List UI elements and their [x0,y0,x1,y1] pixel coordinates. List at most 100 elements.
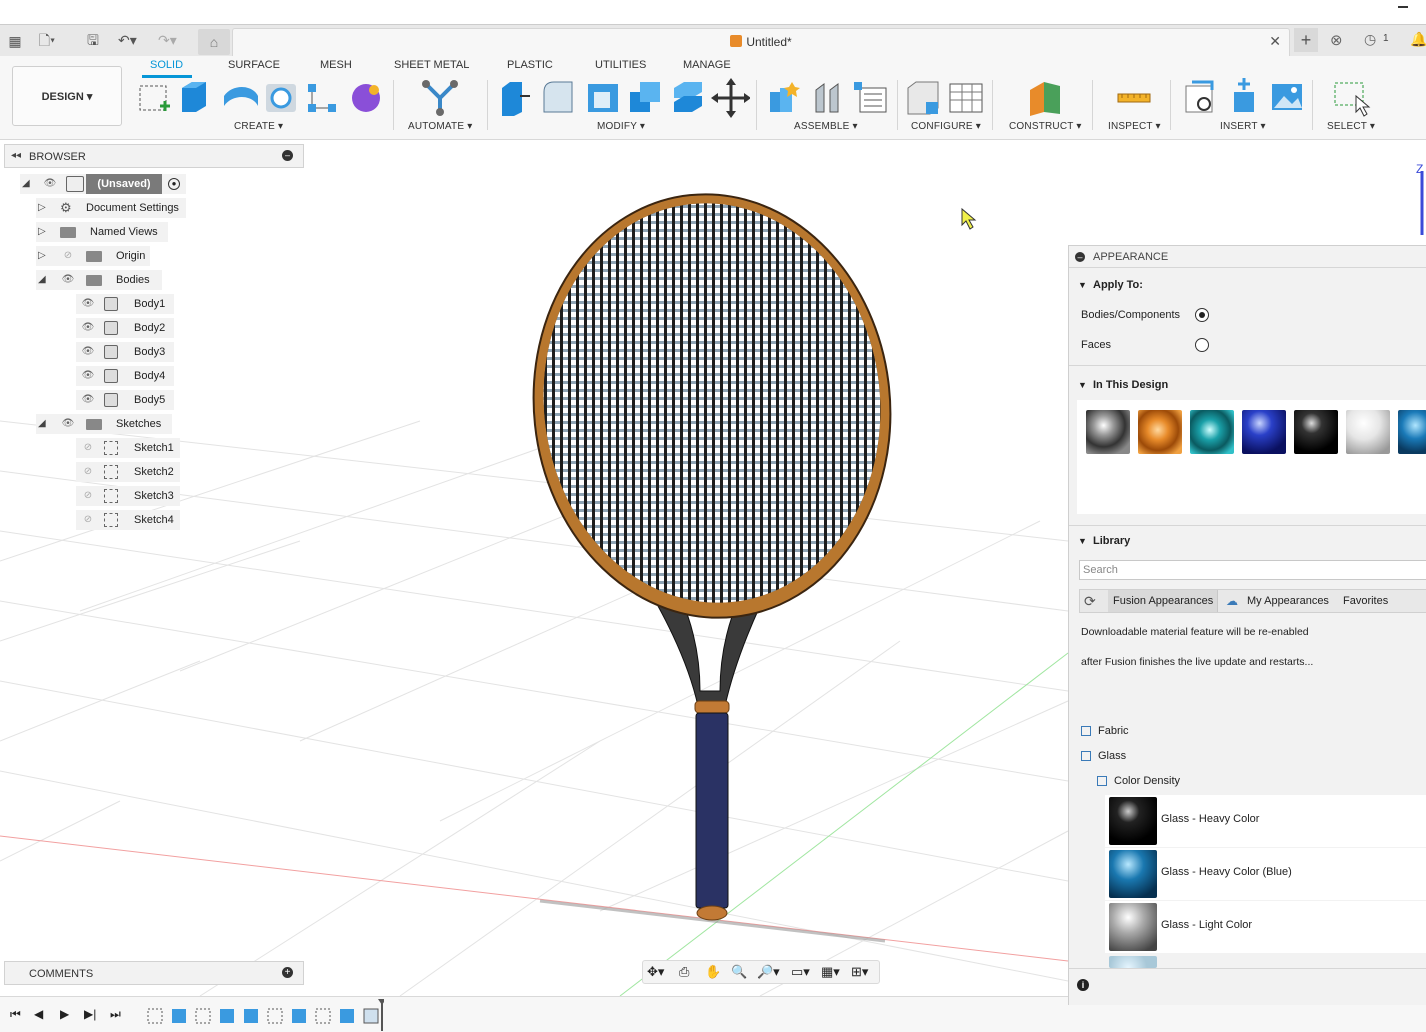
notifications-icon[interactable]: 🔔 [1410,31,1426,48]
viewports-icon[interactable]: ⊞▾ [851,964,868,980]
swatch-white[interactable] [1346,410,1390,454]
tab-manage[interactable]: MANAGE [683,59,731,71]
category-fabric[interactable]: Fabric [1098,725,1129,737]
bodies-radio[interactable] [1195,308,1209,322]
swatch-chrome[interactable] [1086,410,1130,454]
zoom-icon[interactable]: 🔍 [731,964,747,980]
swatch-teal[interactable] [1190,410,1234,454]
tab-solid[interactable]: SOLID [150,59,183,71]
hidden-eye-icon[interactable]: ⊘ [80,442,96,454]
go-to-end-icon[interactable]: ⏭ [110,1007,121,1022]
apps-grid-icon[interactable]: ▦ [6,32,24,50]
hidden-eye-icon[interactable]: ⊘ [80,466,96,478]
tab-surface[interactable]: SURFACE [228,59,280,71]
visibility-eye-icon[interactable]: 👁 [60,418,76,430]
modify-menu[interactable]: MODIFY ▾ [597,121,645,132]
file-menu-icon[interactable]: 🗋▾ [38,31,56,49]
home-icon[interactable]: ⌂ [198,29,230,55]
tree-root[interactable]: ◢ 👁 (Unsaved) ● [20,174,186,194]
minimize-icon[interactable] [1398,6,1408,8]
swatch-blue-glass[interactable] [1398,410,1426,454]
insert-menu[interactable]: INSERT ▾ [1220,121,1266,132]
extensions-icon[interactable]: ⊗ [1330,31,1343,49]
fit-icon[interactable]: 🔎▾ [757,964,780,980]
step-forward-icon[interactable]: ▶| [84,1007,96,1021]
hidden-eye-icon[interactable]: ⊘ [80,514,96,526]
visibility-eye-icon[interactable]: 👁 [42,178,58,190]
visibility-eye-icon[interactable]: 👁 [80,346,96,358]
automate-menu[interactable]: AUTOMATE ▾ [408,121,472,132]
construct-menu[interactable]: CONSTRUCT ▾ [1009,121,1082,132]
tree-item-document-settings[interactable]: ▷ ⚙ Document Settings [36,198,186,218]
section-toggle-icon[interactable]: ▼ [1078,536,1087,546]
hidden-eye-icon[interactable]: ⊘ [80,490,96,502]
workspace-switcher-button[interactable]: DESIGN ▾ [12,66,122,126]
comments-header[interactable]: COMMENTS + [4,961,304,985]
look-at-icon[interactable]: ⎙ [679,964,689,980]
tree-item-sketch[interactable]: ⊘ Sketch3 [76,486,180,506]
assemble-menu[interactable]: ASSEMBLE ▾ [794,121,858,132]
close-tab-icon[interactable]: ✕ [1269,33,1281,50]
collapsed-triangle-icon[interactable]: ▷ [38,202,50,214]
root-component-label[interactable]: (Unsaved) [86,174,162,194]
hidden-eye-icon[interactable]: ⊘ [60,250,76,262]
step-back-icon[interactable]: ◀ [34,1007,43,1021]
visibility-eye-icon[interactable]: 👁 [80,322,96,334]
visibility-eye-icon[interactable]: 👁 [60,274,76,286]
refresh-icon[interactable]: ⟳ [1084,593,1096,610]
swatch-orange[interactable] [1138,410,1182,454]
tree-item-bodies[interactable]: ◢ 👁 Bodies [36,270,162,290]
swatch-black[interactable] [1294,410,1338,454]
category-color-density[interactable]: Color Density [1114,775,1180,787]
tree-item-origin[interactable]: ▷ ⊘ Origin [36,246,150,266]
tree-item-sketch[interactable]: ⊘ Sketch1 [76,438,180,458]
select-menu[interactable]: SELECT ▾ [1327,121,1375,132]
faces-radio[interactable] [1195,338,1209,352]
expanded-triangle-icon[interactable]: ◢ [38,418,50,430]
tree-item-named-views[interactable]: ▷ Named Views [36,222,168,242]
browser-header[interactable]: ◂◂ BROWSER – [4,144,304,168]
undo-icon[interactable]: ↶▾ [118,31,137,49]
measure-icon[interactable] [1116,78,1152,118]
tree-item-body[interactable]: 👁 Body5 [76,390,174,410]
timeline-features[interactable] [144,999,384,1031]
tab-sheet-metal[interactable]: SHEET METAL [394,59,469,71]
tab-favorites[interactable]: Favorites [1343,595,1388,607]
tab-my-appearances[interactable]: My Appearances [1247,595,1329,607]
tab-mesh[interactable]: MESH [320,59,352,71]
configure-menu[interactable]: CONFIGURE ▾ [911,121,981,132]
expanded-triangle-icon[interactable]: ◢ [22,178,34,190]
tree-item-sketch[interactable]: ⊘ Sketch4 [76,510,180,530]
expanded-triangle-icon[interactable]: ◢ [38,274,50,286]
select-icon[interactable] [1332,78,1372,118]
visibility-eye-icon[interactable]: 👁 [80,370,96,382]
tab-plastic[interactable]: PLASTIC [507,59,553,71]
collapsed-triangle-icon[interactable]: ▷ [38,250,50,262]
panel-minimize-icon[interactable]: – [1075,252,1085,262]
tree-item-body[interactable]: 👁 Body1 [76,294,174,314]
tab-fusion-appearances[interactable]: Fusion Appearances [1108,590,1218,612]
play-icon[interactable]: ▶ [60,1007,69,1021]
tab-utilities[interactable]: UTILITIES [595,59,646,71]
construct-plane-icon[interactable] [1026,78,1066,118]
grid-settings-icon[interactable]: ▦▾ [821,964,840,980]
inspect-menu[interactable]: INSPECT ▾ [1108,121,1161,132]
create-menu[interactable]: CREATE ▾ [234,121,283,132]
category-glass[interactable]: Glass [1098,750,1126,762]
section-toggle-icon[interactable]: ▼ [1078,280,1087,290]
activate-radio-icon[interactable]: ● [168,178,180,190]
visibility-eye-icon[interactable]: 👁 [80,298,96,310]
library-search-field[interactable]: Search [1079,560,1426,580]
tree-item-sketch[interactable]: ⊘ Sketch2 [76,462,180,482]
add-comment-icon[interactable]: + [282,967,293,978]
tree-item-body[interactable]: 👁 Body3 [76,342,174,362]
new-tab-button[interactable]: + [1294,28,1318,52]
swatch-blue[interactable] [1242,410,1286,454]
tree-item-sketches[interactable]: ◢ 👁 Sketches [36,414,172,434]
redo-icon[interactable]: ↷▾ [158,31,177,49]
tree-item-body[interactable]: 👁 Body2 [76,318,174,338]
browser-minimize-icon[interactable]: – [282,150,293,161]
orbit-icon[interactable]: ✥▾ [647,964,664,980]
pan-icon[interactable]: ✋ [705,964,721,980]
display-settings-icon[interactable]: ▭▾ [791,964,810,980]
